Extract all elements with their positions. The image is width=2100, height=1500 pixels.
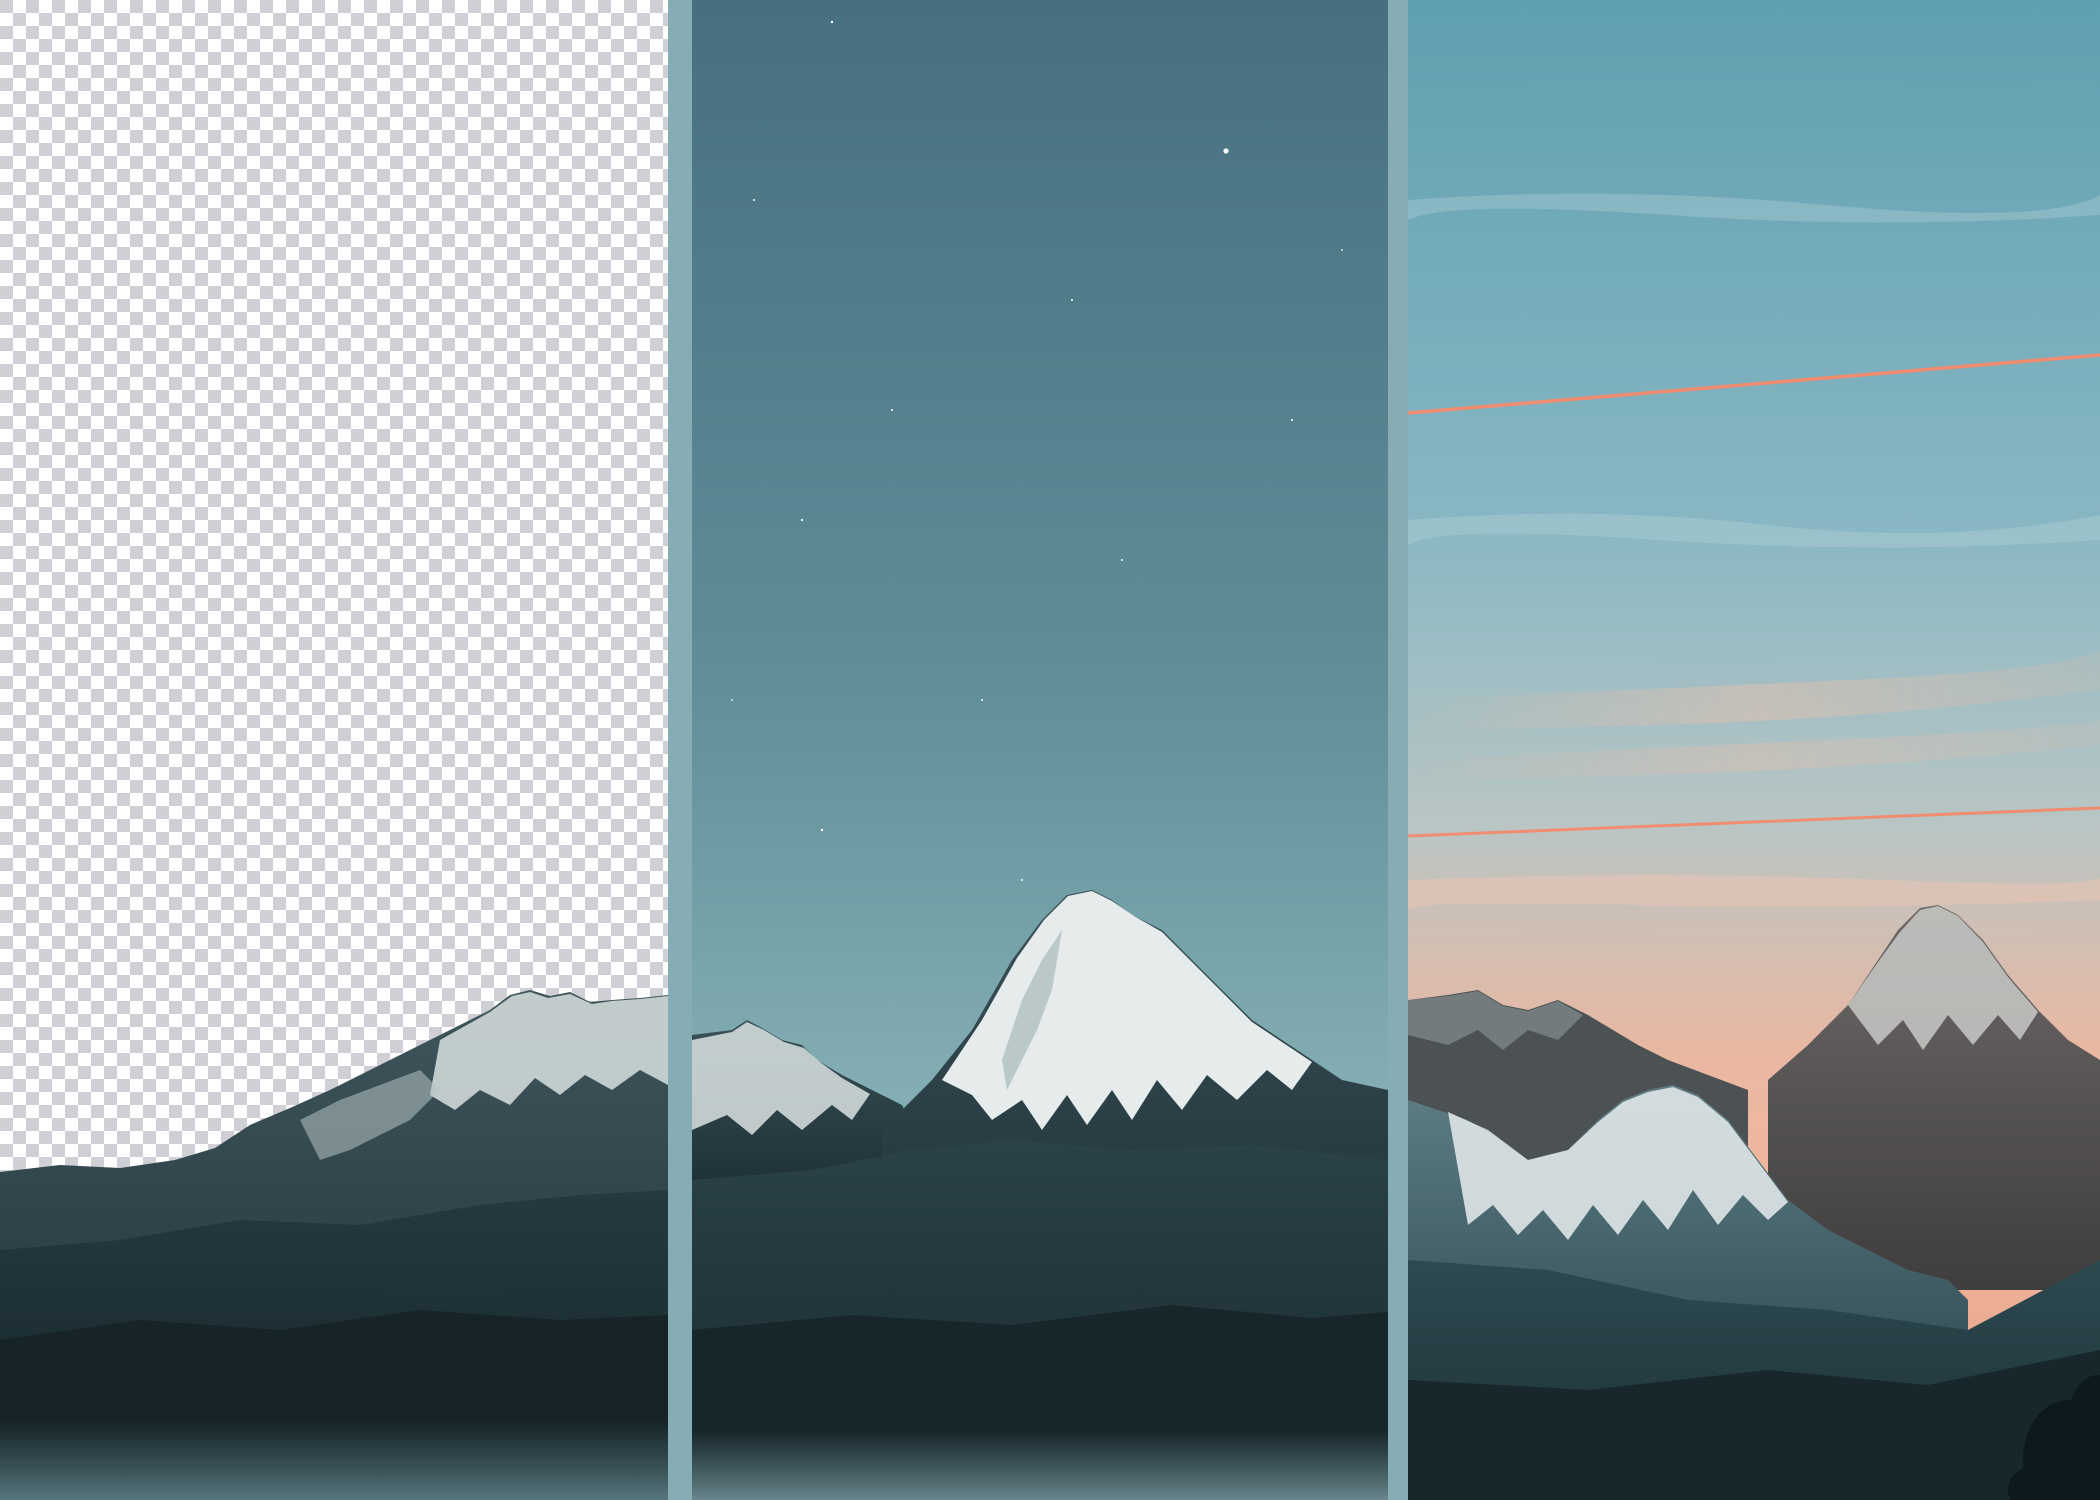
- cutout-scene: [0, 0, 668, 1500]
- sunset-sky-panel: [1408, 0, 2100, 1500]
- night-scene: [692, 0, 1388, 1500]
- image-triptych: [0, 0, 2100, 1500]
- valley-fog: [0, 1420, 668, 1500]
- transparent-background-panel: [0, 0, 668, 1500]
- valley-fog: [692, 1430, 1388, 1500]
- sunset-scene: [1408, 0, 2100, 1500]
- night-sky-panel: [692, 0, 1388, 1500]
